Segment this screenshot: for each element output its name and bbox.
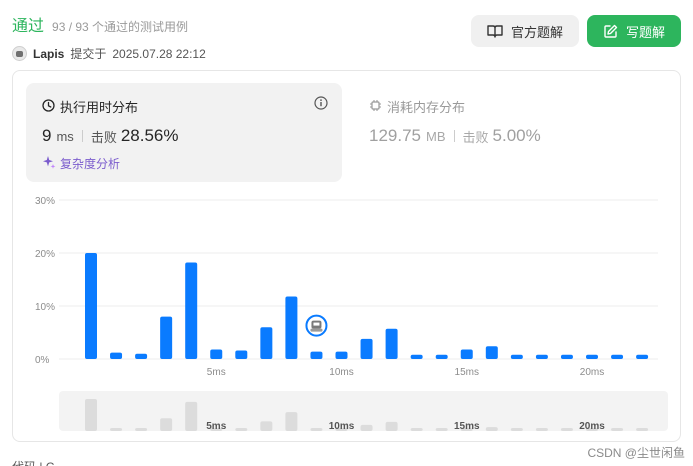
chart-bar[interactable] [360, 338, 373, 359]
y-tick-label: 0% [35, 355, 50, 366]
status-text: 通过 [12, 18, 45, 35]
chart-bar[interactable] [110, 352, 123, 359]
chart-bar[interactable] [586, 354, 598, 359]
official-solution-button[interactable]: 官方题解 [471, 15, 579, 47]
chart-bar[interactable] [160, 316, 173, 359]
code-section-heading: 代码 | C [12, 458, 54, 466]
overview-bar [485, 427, 498, 431]
avatar[interactable] [12, 46, 27, 61]
avatar-icon-base [310, 328, 323, 332]
official-solution-label: 官方题解 [510, 24, 563, 40]
distribution-card: 执行用时分布 9 ms 击败 28.56% 复杂度分析 消耗内存分布 129.7… [12, 70, 681, 442]
overview-bar [360, 424, 373, 431]
overview-bar [135, 428, 148, 431]
write-solution-label: 写题解 [625, 24, 665, 40]
overview-bar [85, 399, 97, 431]
overview-bar [235, 428, 248, 431]
overview-bar [535, 428, 548, 431]
y-tick-label: 10% [35, 302, 55, 313]
x-tick-label: 15ms [455, 367, 479, 378]
x-tick-label: 5ms [207, 367, 226, 378]
overview-tick-label: 15ms [454, 421, 480, 432]
testcase-count: 93 / 93 个通过的测试用例 [52, 20, 189, 34]
overview-bar [260, 421, 273, 431]
status-row: 通过 93 / 93 个通过的测试用例 [12, 12, 206, 36]
overview-bar [110, 428, 123, 431]
chart-bar[interactable] [485, 346, 498, 359]
chart-bar[interactable] [510, 354, 523, 359]
chart-bar[interactable] [235, 350, 248, 359]
overview-bar [560, 428, 573, 431]
chart-bar[interactable] [410, 354, 423, 359]
chart-bar[interactable] [435, 354, 448, 359]
chart-bar[interactable] [335, 351, 348, 359]
y-tick-label: 20% [35, 249, 55, 260]
overview-bar [611, 428, 624, 431]
overview-bar [410, 428, 423, 431]
y-tick-label: 30% [35, 196, 55, 207]
x-tick-label: 10ms [329, 367, 353, 378]
runtime-distribution-chart[interactable]: 0% 10% 20% 30% 5ms 10ms 15ms 20ms 5ms 10ms 15ms 20m… [13, 71, 682, 443]
overview-tick-label: 10ms [329, 421, 355, 432]
chart-bar[interactable] [460, 349, 473, 359]
submitted-time: 2025.07.28 22:12 [112, 46, 206, 61]
chart-bar[interactable] [135, 353, 148, 359]
chart-bar[interactable] [310, 351, 323, 359]
chart-bar[interactable] [535, 354, 548, 359]
result-header: 通过 93 / 93 个通过的测试用例 Lapis 提交于 2025.07.28… [12, 12, 206, 62]
x-tick-label: 20ms [580, 367, 604, 378]
username[interactable]: Lapis [33, 47, 64, 61]
submitted-label: 提交于 [70, 47, 107, 61]
overview-tick-label: 20ms [579, 421, 605, 432]
overview-bar [385, 421, 398, 431]
overview-bar [185, 401, 198, 431]
overview-tick-label: 5ms [206, 421, 226, 432]
overview-bar [285, 412, 298, 431]
chart-bar[interactable] [636, 354, 649, 359]
avatar-icon-face [313, 322, 320, 326]
submission-info: Lapis 提交于 2025.07.28 22:12 [12, 45, 206, 62]
overview-bar [310, 428, 323, 431]
overview-bar [160, 418, 173, 431]
write-solution-button[interactable]: 写题解 [587, 15, 681, 47]
chart-bar[interactable] [285, 296, 298, 359]
overview-bar [510, 428, 523, 431]
chart-bar[interactable] [210, 349, 223, 359]
overview-bar [636, 428, 649, 431]
chart-bar[interactable] [185, 262, 198, 359]
chart-bar[interactable] [560, 354, 573, 359]
chart-bar[interactable] [85, 253, 97, 359]
book-icon [487, 24, 503, 38]
chart-bar[interactable] [385, 328, 398, 359]
chart-bar[interactable] [260, 327, 273, 359]
overview-bar [435, 428, 448, 431]
watermark: CSDN @尘世闲鱼 [587, 446, 685, 460]
edit-icon [603, 24, 618, 39]
chart-bar[interactable] [611, 354, 624, 359]
